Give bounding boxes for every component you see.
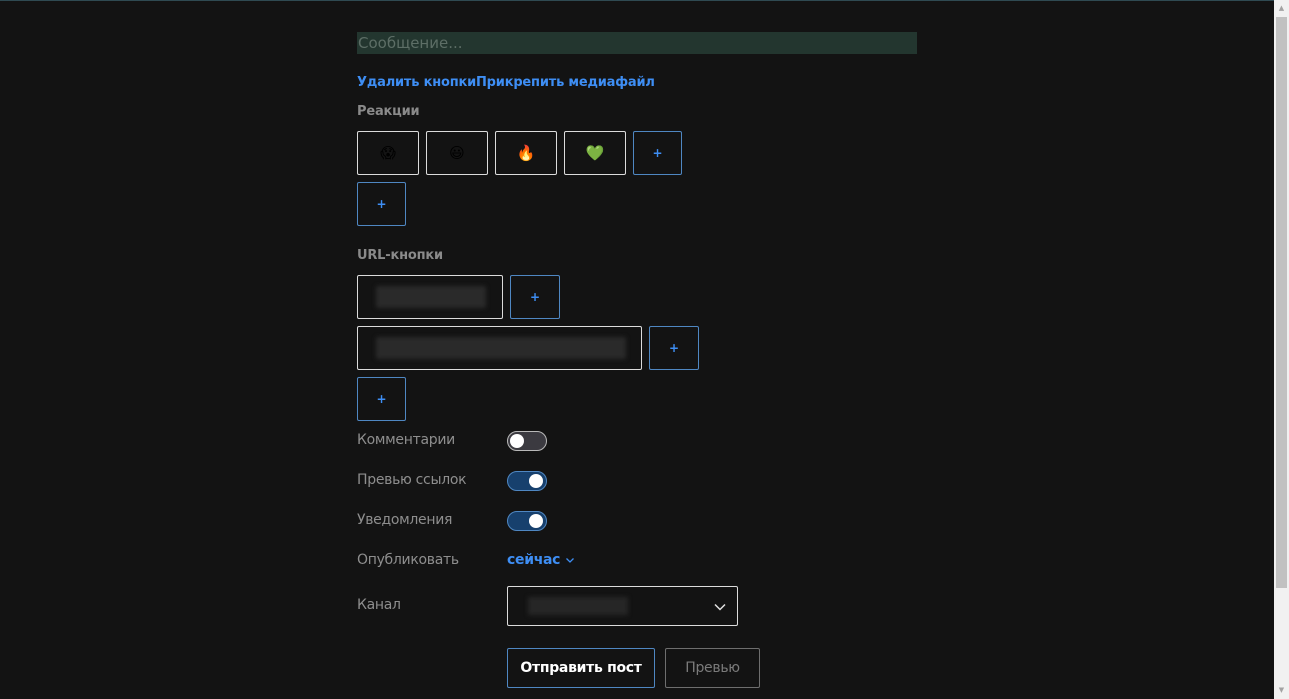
comments-toggle[interactable]: [507, 431, 547, 451]
add-url-row-button[interactable]: +: [357, 377, 406, 421]
scrollbar[interactable]: ▲ ▼: [1274, 0, 1289, 699]
fire-emoji-icon: 🔥: [516, 143, 536, 162]
channel-label: Канал: [357, 597, 401, 613]
url-button-label: [376, 337, 626, 359]
add-url-button[interactable]: +: [510, 275, 560, 319]
reaction-button[interactable]: 🔥: [495, 131, 557, 175]
top-border: [0, 0, 1274, 1]
chevron-down-icon: [566, 558, 575, 563]
message-input[interactable]: [357, 32, 917, 54]
reaction-button[interactable]: 😱: [357, 131, 419, 175]
scroll-up-arrow-icon[interactable]: ▲: [1274, 1, 1289, 16]
plus-icon: +: [376, 392, 387, 406]
publish-time-select[interactable]: сейчас: [507, 552, 575, 568]
green-heart-emoji-icon: 💚: [585, 143, 605, 162]
channel-select[interactable]: [507, 586, 738, 626]
publish-time-value: сейчас: [507, 552, 561, 568]
toggle-knob: [529, 514, 543, 528]
remove-buttons-link[interactable]: Удалить кнопки: [357, 75, 476, 90]
channel-value: [528, 597, 628, 615]
reactions-label: Реакции: [357, 104, 420, 119]
smile-emoji-icon: 😃: [449, 143, 465, 162]
add-reaction-row-button[interactable]: +: [357, 182, 406, 226]
notifications-label: Уведомления: [357, 512, 453, 528]
send-post-button[interactable]: Отправить пост: [507, 648, 655, 688]
plus-icon: +: [529, 290, 541, 304]
plus-icon: +: [668, 341, 680, 355]
comments-label: Комментарии: [357, 432, 455, 448]
url-button[interactable]: [357, 275, 503, 319]
reaction-button[interactable]: 😃: [426, 131, 488, 175]
scrollbar-thumb[interactable]: [1276, 17, 1287, 588]
publish-label: Опубликовать: [357, 552, 459, 568]
toggle-knob: [510, 434, 524, 448]
toggle-knob: [529, 474, 543, 488]
url-button-label: [376, 286, 486, 308]
preview-button[interactable]: Превью: [665, 648, 760, 688]
add-reaction-button[interactable]: +: [633, 131, 682, 175]
url-buttons-label: URL-кнопки: [357, 248, 443, 263]
attach-media-link[interactable]: Прикрепить медиафайл: [476, 75, 655, 90]
scroll-down-arrow-icon[interactable]: ▼: [1274, 683, 1289, 698]
reaction-button[interactable]: 💚: [564, 131, 626, 175]
link-preview-toggle[interactable]: [507, 471, 547, 491]
plus-icon: +: [652, 146, 663, 160]
link-preview-label: Превью ссылок: [357, 472, 467, 488]
add-url-button[interactable]: +: [649, 326, 699, 370]
url-button[interactable]: [357, 326, 642, 370]
notifications-toggle[interactable]: [507, 511, 547, 531]
scream-emoji-icon: 😱: [380, 143, 396, 162]
chevron-down-icon: [714, 603, 726, 611]
plus-icon: +: [376, 197, 387, 211]
